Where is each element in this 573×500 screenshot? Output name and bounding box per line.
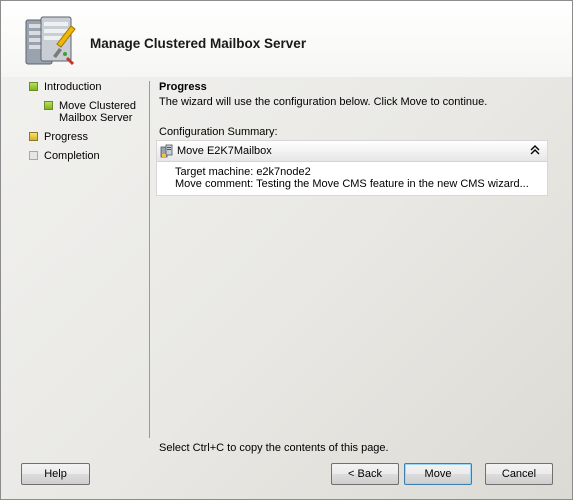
wizard-window: Manage Clustered Mailbox Server Introduc… (0, 0, 573, 500)
wizard-title: Manage Clustered Mailbox Server (90, 36, 307, 51)
configuration-summary-label: Configuration Summary: (159, 126, 278, 138)
mailbox-server-icon (160, 144, 173, 158)
move-comment-line: Move comment: Testing the Move CMS featu… (175, 178, 529, 190)
help-button[interactable]: Help (21, 463, 90, 485)
step-label: Introduction (44, 81, 102, 93)
copy-hint: Select Ctrl+C to copy the contents of th… (159, 442, 389, 454)
target-machine-line: Target machine: e2k7node2 (175, 166, 311, 178)
page-description: The wizard will use the configuration be… (159, 96, 488, 108)
step-completion: Completion (29, 150, 100, 162)
step-pending-icon (29, 151, 38, 160)
wizard-header: Manage Clustered Mailbox Server (1, 1, 572, 77)
panel-header[interactable]: Move E2K7Mailbox (157, 141, 547, 162)
step-move-clustered-mailbox-server: Move Clustered Mailbox Server (44, 100, 140, 124)
move-button[interactable]: Move (404, 463, 472, 485)
collapse-up-icon[interactable] (529, 144, 541, 158)
step-introduction: Introduction (29, 81, 101, 93)
panel-title: Move E2K7Mailbox (177, 145, 272, 157)
step-label: Completion (44, 150, 100, 162)
step-complete-icon (44, 101, 53, 110)
panel-body: Target machine: e2k7node2 Move comment: … (157, 162, 547, 190)
page-title: Progress (159, 81, 207, 93)
step-complete-icon (29, 82, 38, 91)
server-wizard-icon (25, 16, 76, 66)
step-label: Move Clustered Mailbox Server (59, 100, 137, 124)
cancel-button[interactable]: Cancel (485, 463, 553, 485)
vertical-divider (149, 81, 150, 438)
back-button[interactable]: < Back (331, 463, 399, 485)
configuration-summary-panel: Move E2K7Mailbox Target machine: e2k7nod… (156, 140, 548, 196)
step-progress: Progress (29, 131, 88, 143)
step-label: Progress (44, 131, 89, 143)
step-current-icon (29, 132, 38, 141)
